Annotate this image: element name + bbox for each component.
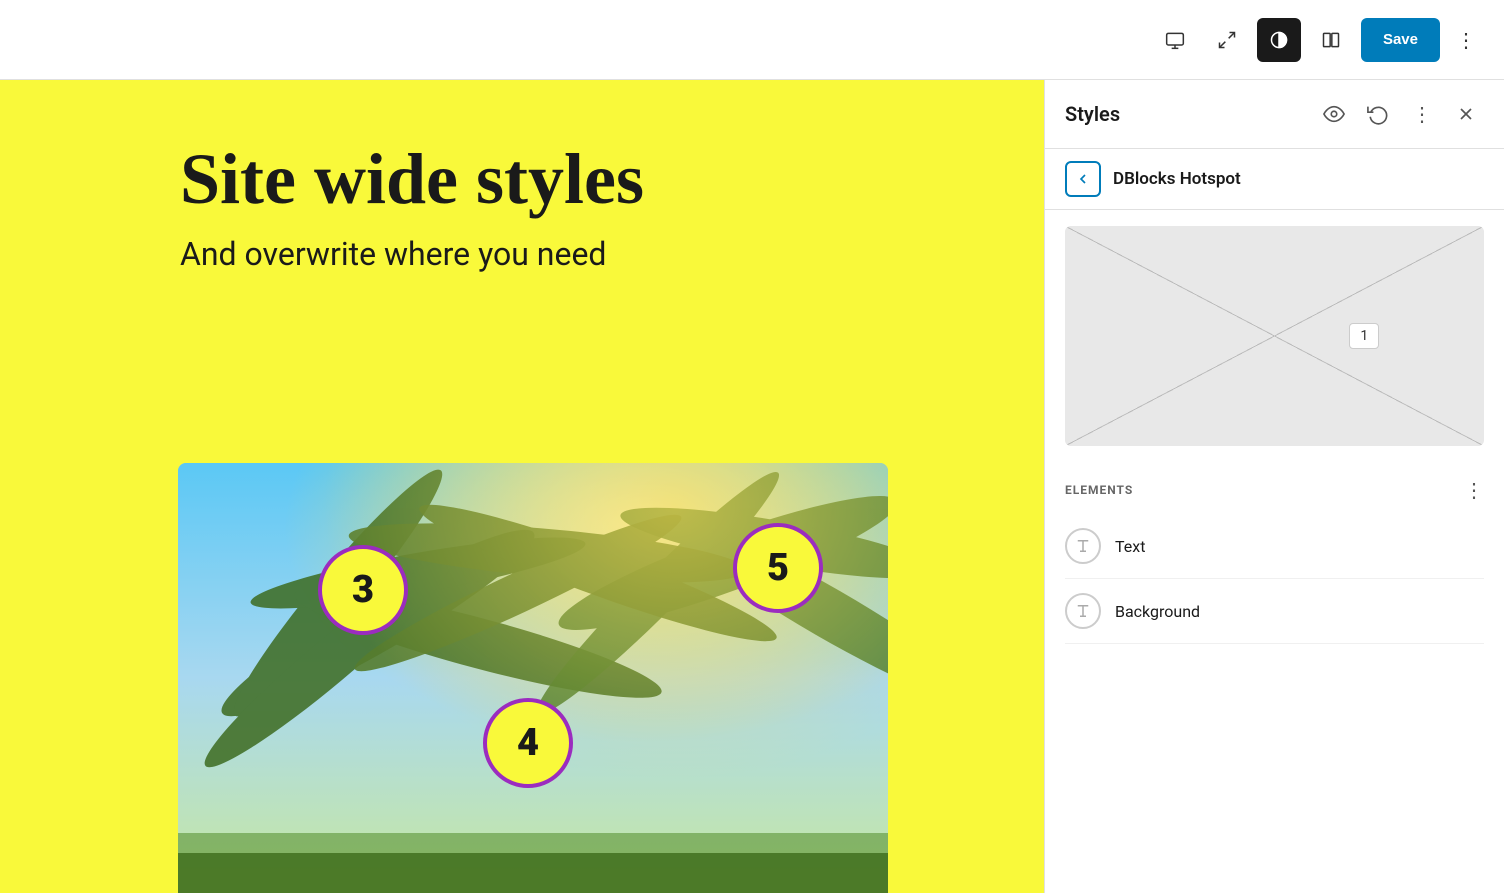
main-layout: Site wide styles And overwrite where you…	[0, 80, 1504, 893]
element-item-text[interactable]: Text	[1065, 514, 1484, 579]
panel-more-button[interactable]: ⋮	[1404, 96, 1440, 132]
preview-placeholder: 1	[1065, 226, 1484, 446]
more-options-button[interactable]: ⋮	[1448, 20, 1484, 60]
styles-title: Styles	[1065, 102, 1120, 126]
eye-button[interactable]	[1316, 96, 1352, 132]
block-nav: DBlocks Hotspot	[1045, 149, 1504, 210]
elements-title: ELEMENTS	[1065, 483, 1133, 497]
styles-header-icons: ⋮	[1316, 96, 1484, 132]
canvas-area: Site wide styles And overwrite where you…	[0, 80, 1044, 893]
styles-header: Styles ⋮	[1045, 80, 1504, 149]
desktop-view-button[interactable]	[1153, 18, 1197, 62]
close-panel-button[interactable]	[1448, 96, 1484, 132]
element-item-background[interactable]: Background	[1065, 579, 1484, 644]
canvas-content: Site wide styles And overwrite where you…	[0, 80, 1044, 273]
palm-image-container: 3 4 5	[178, 463, 888, 893]
background-element-label: Background	[1115, 602, 1200, 621]
back-button[interactable]	[1065, 161, 1101, 197]
hotspot-5[interactable]: 5	[733, 523, 823, 613]
elements-section: ELEMENTS ⋮ Text	[1045, 462, 1504, 644]
hotspot-3[interactable]: 3	[318, 545, 408, 635]
save-button[interactable]: Save	[1361, 18, 1440, 62]
top-toolbar: Save ⋮	[0, 0, 1504, 80]
palm-background: 3 4 5	[178, 463, 888, 893]
right-panel: Styles ⋮	[1044, 80, 1504, 893]
split-view-button[interactable]	[1309, 18, 1353, 62]
hotspot-4[interactable]: 4	[483, 698, 573, 788]
elements-header: ELEMENTS ⋮	[1065, 462, 1484, 514]
text-element-label: Text	[1115, 537, 1145, 556]
contrast-button[interactable]	[1257, 18, 1301, 62]
fullscreen-button[interactable]	[1205, 18, 1249, 62]
preview-hotspot-badge: 1	[1349, 323, 1379, 349]
sub-heading: And overwrite where you need	[180, 235, 1044, 273]
main-heading: Site wide styles	[180, 140, 1044, 219]
text-element-icon	[1065, 528, 1101, 564]
elements-more-button[interactable]: ⋮	[1464, 478, 1484, 502]
history-button[interactable]	[1360, 96, 1396, 132]
background-element-icon	[1065, 593, 1101, 629]
preview-container: 1	[1065, 226, 1484, 446]
block-name: DBlocks Hotspot	[1113, 169, 1241, 189]
